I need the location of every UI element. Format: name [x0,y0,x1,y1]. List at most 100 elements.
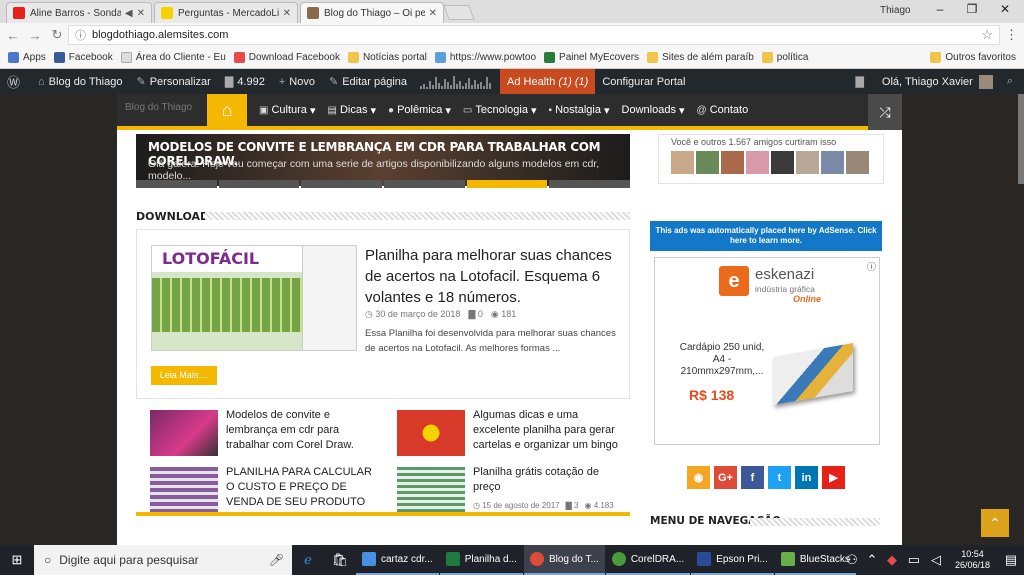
clock[interactable]: 10:54 26/06/18 [947,549,998,571]
other-bookmarks[interactable]: Outros favoritos [930,52,1016,63]
start-button[interactable]: ⊞ [0,545,34,575]
avatar[interactable] [771,151,794,174]
menu-icon[interactable]: ⋮ [1005,27,1018,43]
wp-comments[interactable]: ▇ 4.992 [218,69,272,94]
nav-item-dicas[interactable]: ▤ Dicas ▾ [322,104,383,117]
people-icon[interactable]: ⚇ [841,545,863,575]
nav-item-polemica[interactable]: ● Polêmica ▾ [382,104,457,117]
bookmark-star-icon[interactable]: ☆ [981,27,993,43]
post-title[interactable]: PLANILHA PARA CALCULAR O CUSTO E PREÇO D… [226,465,376,510]
site-logo[interactable]: Blog do Thiago [117,94,207,128]
twitter-icon[interactable]: t [768,466,791,489]
adsense-notice[interactable]: This ads was automatically placed here b… [650,221,882,251]
random-post-button[interactable]: ⤮ [868,94,902,130]
bookmark-apps[interactable]: Apps [8,52,46,63]
mute-icon[interactable]: ◀ [125,8,133,19]
slider-dot-active[interactable] [466,180,548,188]
read-more-button[interactable]: Leia Mais.... [151,366,217,385]
slider-dot[interactable] [549,180,631,188]
featured-slider[interactable]: MODELOS DE CONVITE E LEMBRANÇA EM CDR PA… [136,134,630,186]
close-icon[interactable]: ✕ [429,8,437,19]
nav-item-downloads[interactable]: Downloads ▾ [616,104,691,117]
back-icon[interactable]: ← [2,28,24,43]
browser-tab-active[interactable]: Blog do Thiago – Oi pess ✕ [300,2,444,23]
post-thumbnail[interactable] [150,410,218,456]
taskbar-app[interactable]: Planilha d... [439,545,523,575]
wp-site-name[interactable]: ⌂ Blog do Thiago [31,69,129,94]
scroll-to-top-button[interactable]: ⌃ [981,509,1009,537]
taskbar-search[interactable]: ○ Digite aqui para pesquisar 🎤︎ [34,545,292,575]
forward-icon[interactable]: → [24,28,46,43]
microphone-icon[interactable]: 🎤︎ [269,553,284,567]
wordpress-logo[interactable]: Ⓦ [0,69,31,94]
store-icon[interactable]: 🛍︎ [324,545,356,575]
bookmark-folder[interactable]: Sites de além paraíb [647,52,754,63]
list-item[interactable]: Planilha grátis cotação de preço ◷ 15 de… [383,459,623,515]
post-title[interactable]: Modelos de convite e lembrança em cdr pa… [226,408,376,453]
close-icon[interactable]: ✕ [283,8,291,19]
avatar[interactable] [696,151,719,174]
avatar[interactable] [721,151,744,174]
wp-config-portal[interactable]: Configurar Portal [595,69,692,94]
wp-new[interactable]: + Novo [272,69,322,94]
network-icon[interactable]: ▭ [903,545,925,575]
address-bar[interactable]: ⓘ blogdothiago.alemsites.com ☆ [68,25,1000,45]
avatar[interactable] [746,151,769,174]
close-window-button[interactable]: ✕ [990,2,1020,16]
advertisement[interactable]: e eskenazi indústria gráfica Online ⓘ Ca… [654,257,880,445]
browser-tab[interactable]: Perguntas - MercadoLivre ✕ [154,2,298,23]
post-comments[interactable]: 3 [574,501,578,510]
avatar[interactable] [671,151,694,174]
wp-edit-page[interactable]: ✎ Editar página [322,69,414,94]
maximize-button[interactable]: ❐ [957,2,987,16]
bookmark-item[interactable]: Download Facebook [233,52,340,63]
wp-notifications[interactable]: ▇ [848,69,874,94]
list-item[interactable]: Modelos de convite e lembrança em cdr pa… [136,402,376,458]
post-thumbnail[interactable] [150,467,218,513]
post-thumbnail[interactable] [397,467,465,513]
post-thumbnail[interactable] [397,410,465,456]
bookmark-folder[interactable]: política [761,52,808,63]
post-comments[interactable]: 0 [478,309,483,319]
wp-my-account[interactable]: Olá, Thiago Xavier [875,69,1000,94]
reload-icon[interactable]: ↻ [46,27,68,43]
nav-item-cultura[interactable]: ▣ Cultura ▾ [253,104,322,117]
volume-icon[interactable]: ◁ [925,545,947,575]
bookmark-item[interactable]: https://www.powtoo [434,52,536,63]
googleplus-icon[interactable]: G+ [714,466,737,489]
list-item[interactable]: PLANILHA PARA CALCULAR O CUSTO E PREÇO D… [136,459,376,515]
list-item[interactable]: Algumas dicas e uma excelente planilha p… [383,402,623,458]
taskbar-app[interactable]: CorelDRA... [605,545,691,575]
stats-sparkline[interactable] [420,75,494,89]
minimize-button[interactable]: – [925,2,955,16]
slider-dot[interactable] [136,180,217,188]
home-button[interactable]: ⌂ [207,94,247,128]
nav-item-tecnologia[interactable]: ▭ Tecnologia ▾ [457,104,543,117]
window-user[interactable]: Thiago [880,5,911,16]
taskbar-app[interactable]: Epson Pri... [691,545,774,575]
edge-icon[interactable]: ℯ [292,545,324,575]
browser-tab[interactable]: Aline Barros - Sonda- ◀ ✕ [6,2,152,23]
wp-search[interactable]: ⌕ [1000,69,1024,94]
taskbar-app[interactable]: cartaz cdr... [356,545,439,575]
nav-item-nostalgia[interactable]: ▪ Nostalgia ▾ [543,104,616,117]
bookmark-item[interactable]: Facebook [53,52,113,63]
slider-dot[interactable] [218,180,300,188]
info-icon[interactable]: ⓘ [75,27,86,43]
slider-dot[interactable] [384,180,465,188]
ad-info-icon[interactable]: ⓘ [867,260,876,273]
bookmark-folder[interactable]: Notícias portal [347,52,427,63]
linkedin-icon[interactable]: in [795,466,818,489]
post-title[interactable]: Planilha grátis cotação de preço [473,465,623,495]
bookmark-item[interactable]: Painel MyEcovers [544,52,639,63]
wp-customize[interactable]: ✎ Personalizar [129,69,217,94]
avatar[interactable] [846,151,869,174]
slider-dot[interactable] [301,180,383,188]
chevron-up-icon[interactable]: ⌃ [863,545,881,575]
bookmark-item[interactable]: Área do Cliente - Eu [120,52,226,63]
avatar[interactable] [796,151,819,174]
nav-item-contato[interactable]: @ Contato [691,104,755,116]
youtube-icon[interactable]: ▶ [822,466,845,489]
post-title[interactable]: Algumas dicas e uma excelente planilha p… [473,408,623,453]
taskbar-app-active[interactable]: Blog do T... [523,545,605,575]
